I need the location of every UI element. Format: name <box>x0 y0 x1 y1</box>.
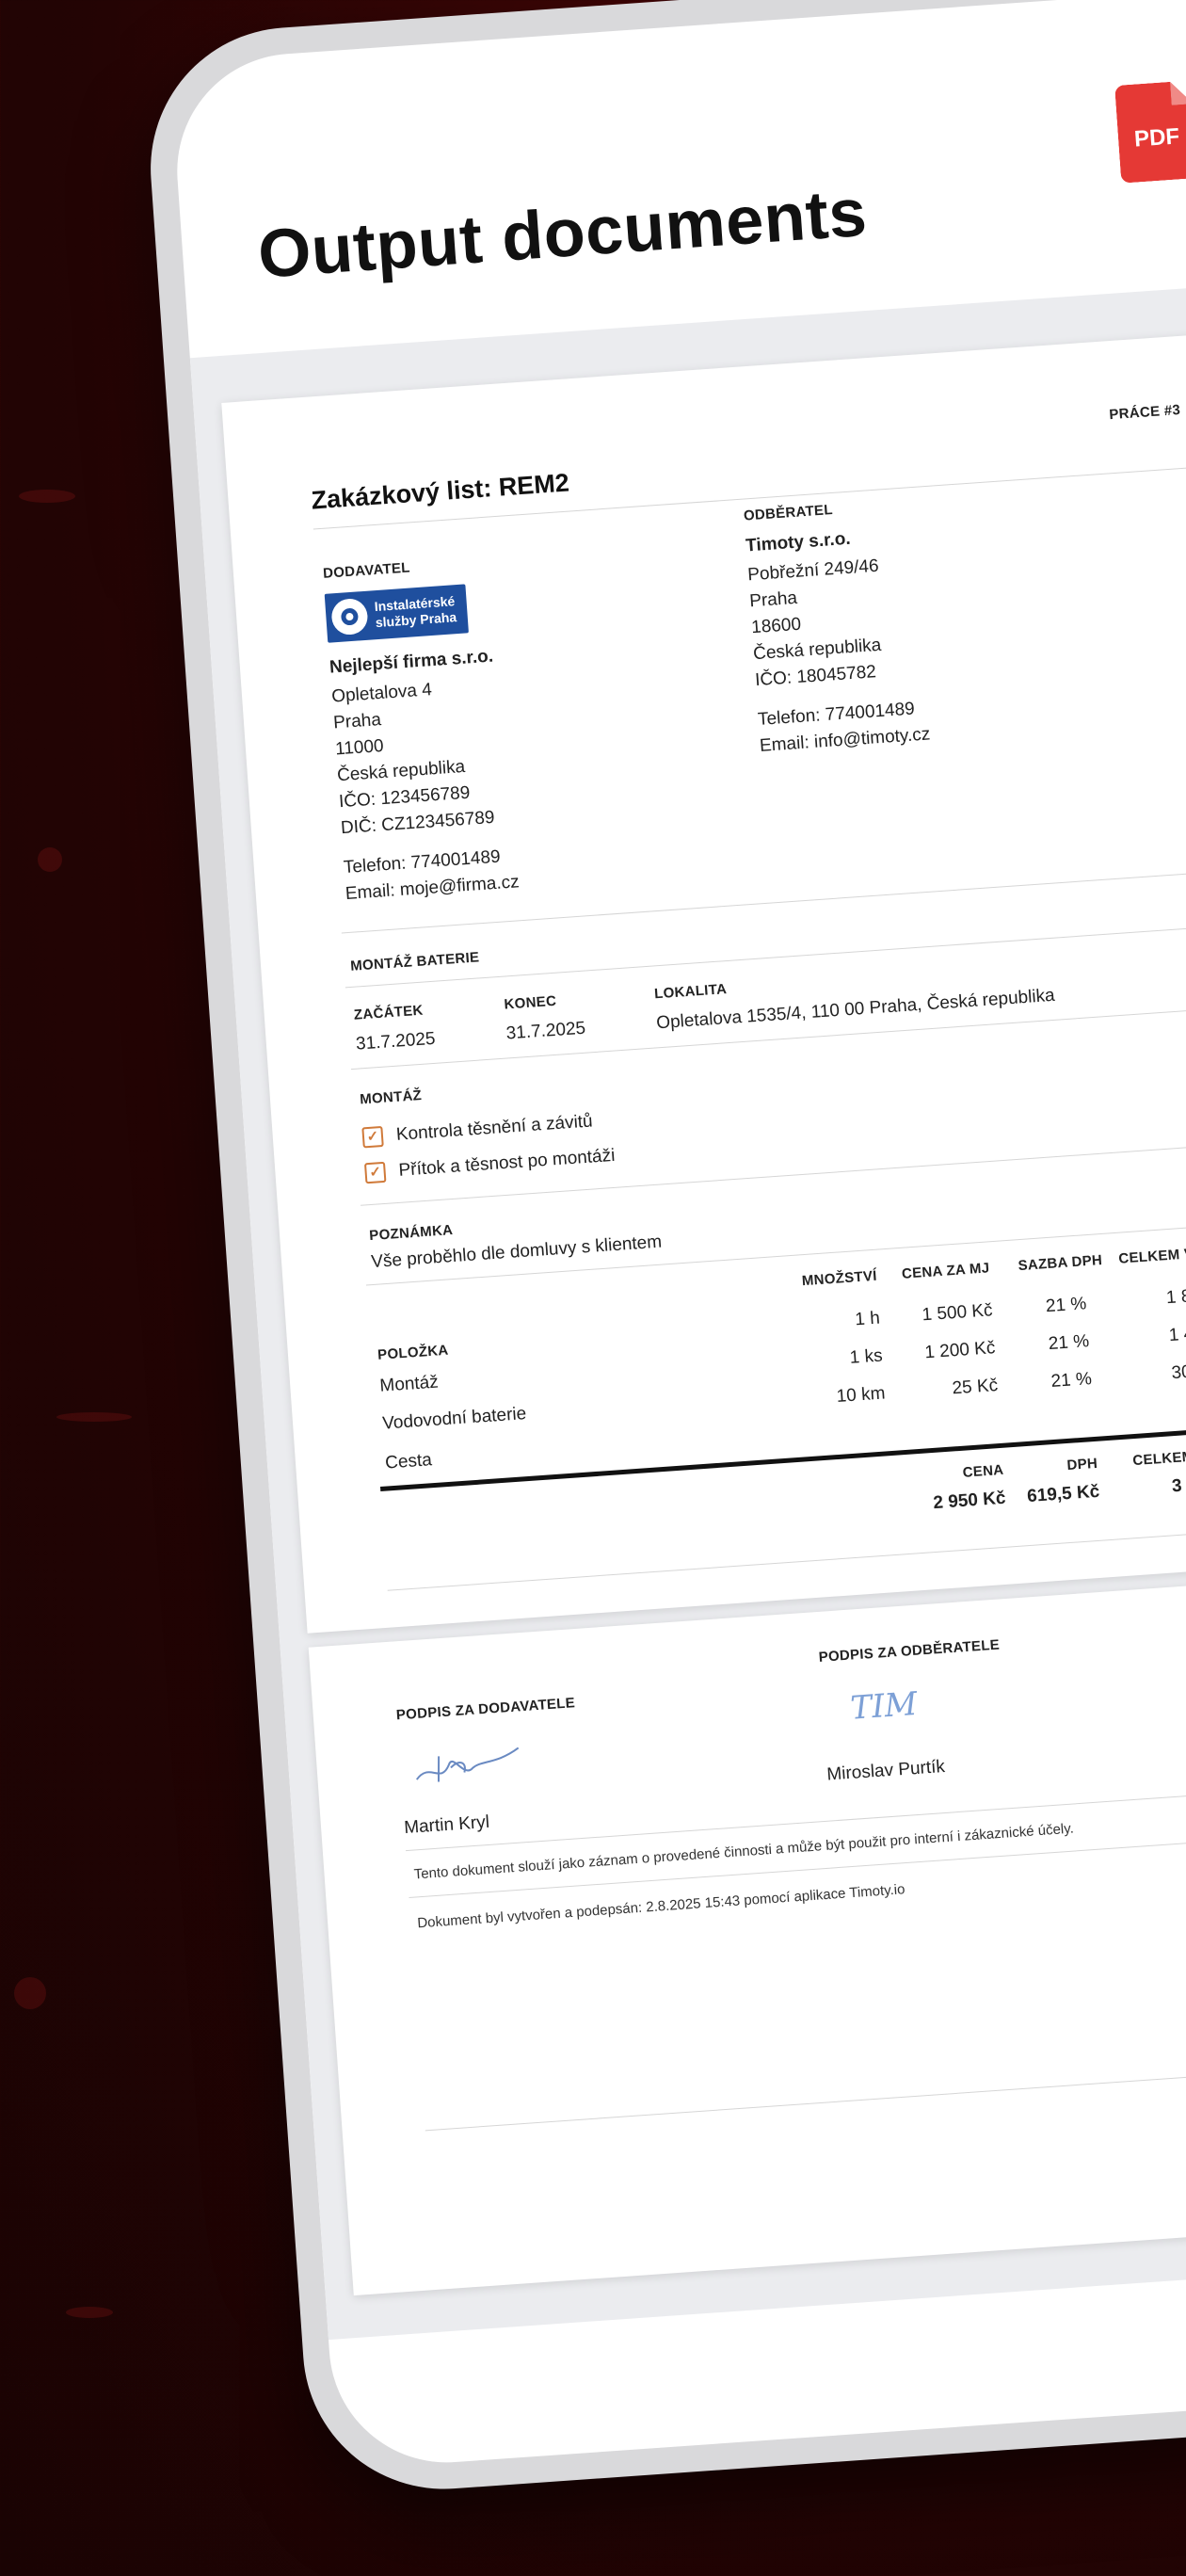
sum-vat-label: DPH <box>1066 1455 1098 1474</box>
customer-name: Timoty s.r.o. <box>745 528 852 556</box>
table-row-vat: 21 % <box>1050 1369 1093 1393</box>
customer-signer-name: Miroslav Purtík <box>825 1756 946 1785</box>
divider <box>425 2068 1186 2132</box>
item-header: POLOŽKA <box>377 1342 450 1363</box>
supplier-signer-name: Martin Kryl <box>403 1811 490 1839</box>
checkbox-checked-icon: ✓ <box>361 1125 384 1149</box>
sum-total-value: 3 569,5 Kč <box>1171 1471 1186 1497</box>
customer-signature-image: TIM <box>849 1684 919 1728</box>
checklist-header: MONTÁŽ <box>359 1087 423 1108</box>
table-row-item: Vodovodní baterie <box>381 1404 527 1434</box>
document-page-2: PODPIS ZA DODAVATELE PODPIS ZA ODBĚRATEL… <box>308 1576 1186 2296</box>
gear-icon <box>330 597 369 636</box>
end-label: KONEC <box>503 992 557 1013</box>
sum-price-value: 2 950 Kč <box>932 1488 1007 1514</box>
phone-screen: Output documents PDF PRÁCE #3 Zakázkový … <box>168 0 1186 2471</box>
table-row-vat: 21 % <box>1048 1331 1090 1355</box>
supplier-signature-label: PODPIS ZA DODAVATELE <box>395 1695 576 1724</box>
sum-total-label: CELKEM VČ. DPH <box>1131 1444 1186 1470</box>
table-row-total: 302,5 Kč <box>1170 1359 1186 1384</box>
table-row-price: 1 200 Kč <box>923 1338 997 1363</box>
table-row-qty: 1 ks <box>849 1345 884 1368</box>
divider <box>387 1528 1186 1591</box>
qty-header: MNOŽSTVÍ <box>801 1267 878 1290</box>
note-header: POZNÁMKA <box>368 1222 454 1245</box>
table-row-item: Montáž <box>378 1372 440 1396</box>
table-row-vat: 21 % <box>1045 1294 1087 1317</box>
sum-price-label: CENA <box>962 1461 1004 1481</box>
sum-vat-value: 619,5 Kč <box>1026 1481 1100 1507</box>
job-header: MONTÁŽ BATERIE <box>349 949 480 974</box>
checklist-item: ✓ Kontrola těsnění a závitů <box>361 1108 593 1151</box>
table-row-price: 25 Kč <box>951 1376 999 1399</box>
total-header: CELKEM VČ. DPH <box>1117 1242 1186 1267</box>
checkbox-checked-icon: ✓ <box>363 1161 387 1184</box>
checklist-item-label: Kontrola těsnění a závitů <box>395 1111 594 1145</box>
start-date: 31.7.2025 <box>355 1028 437 1055</box>
document-created-note: Dokument byl vytvořen a podepsán: 2.8.20… <box>416 1881 906 1932</box>
customer-signature-label: PODPIS ZA ODBĚRATELE <box>818 1636 1001 1666</box>
supplier-header: DODAVATEL <box>322 559 411 582</box>
document-page-1: PRÁCE #3 Zakázkový list: REM2 DODAVATEL … <box>221 331 1186 1634</box>
phone-frame: Output documents PDF PRÁCE #3 Zakázkový … <box>141 0 1186 2499</box>
location-label: LOKALITA <box>653 981 728 1003</box>
table-row-qty: 10 km <box>836 1383 887 1407</box>
supplier-signature-image <box>415 1747 520 1782</box>
page-title: Output documents <box>255 174 870 293</box>
checklist-item-label: Přítok a těsnost po montáži <box>397 1145 617 1181</box>
customer-address: Pobřežní 249/46 Praha 18600 Česká republ… <box>746 551 931 760</box>
pdf-icon-fold <box>1170 80 1186 105</box>
table-row-total: 1 452 Kč <box>1168 1321 1186 1346</box>
vat-header: SAZBA DPH <box>1018 1251 1103 1275</box>
pdf-badge-label: PDF <box>1133 123 1180 153</box>
checklist-item: ✓ Přítok a těsnost po montáži <box>363 1143 617 1187</box>
start-label: ZAČÁTEK <box>353 1002 425 1023</box>
supplier-logo: Instalatérské služby Praha <box>324 584 469 643</box>
customer-header: ODBĚRATEL <box>743 501 834 524</box>
end-date: 31.7.2025 <box>505 1018 586 1044</box>
table-row-price: 1 500 Kč <box>921 1300 994 1326</box>
table-row-item: Cesta <box>384 1450 433 1473</box>
table-row-qty: 1 h <box>854 1308 881 1330</box>
table-row-total: 1 815 Kč <box>1165 1283 1186 1309</box>
price-header: CENA ZA MJ <box>901 1260 990 1282</box>
supplier-address: Opletalova 4 Praha 11000 Česká republika… <box>330 672 521 908</box>
document-title: Zakázkový list: REM2 <box>310 468 570 515</box>
work-number: PRÁCE #3 <box>1108 401 1181 424</box>
document-preview[interactable]: PRÁCE #3 Zakázkový list: REM2 DODAVATEL … <box>189 277 1186 2341</box>
